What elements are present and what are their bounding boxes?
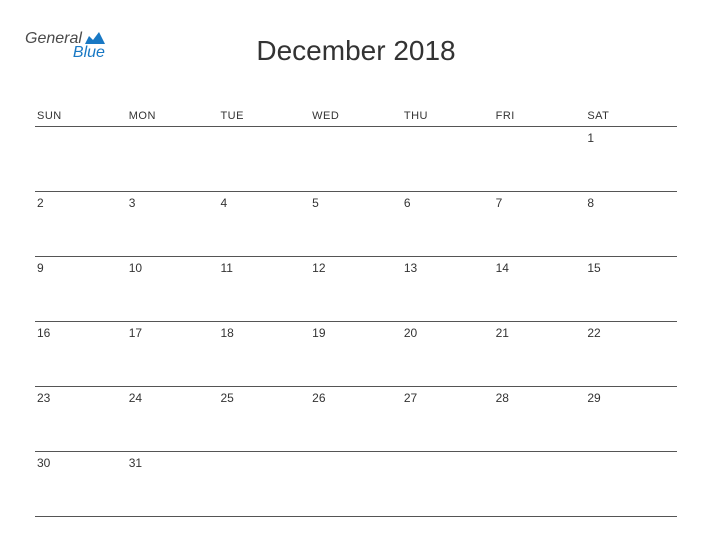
day-cell: 8 — [585, 192, 677, 256]
day-cell: 7 — [494, 192, 586, 256]
day-cell: 3 — [127, 192, 219, 256]
day-cell — [218, 127, 310, 191]
day-header-thu: THU — [402, 110, 494, 122]
day-cell: 13 — [402, 257, 494, 321]
day-cell — [127, 127, 219, 191]
day-cell: 11 — [218, 257, 310, 321]
day-cell: 29 — [585, 387, 677, 451]
day-cell: 10 — [127, 257, 219, 321]
day-header-wed: WED — [310, 110, 402, 122]
day-cell: 26 — [310, 387, 402, 451]
day-header-fri: FRI — [494, 110, 586, 122]
day-cell: 30 — [35, 452, 127, 516]
week-row: 30 31 — [35, 452, 677, 517]
day-cell: 24 — [127, 387, 219, 451]
day-cell: 12 — [310, 257, 402, 321]
day-cell: 15 — [585, 257, 677, 321]
week-row: 1 — [35, 127, 677, 192]
day-cell: 27 — [402, 387, 494, 451]
day-cell: 1 — [585, 127, 677, 191]
day-header-tue: TUE — [218, 110, 310, 122]
brand-logo: General Blue — [25, 30, 105, 62]
day-cell: 21 — [494, 322, 586, 386]
day-cell — [494, 452, 586, 516]
day-cell: 16 — [35, 322, 127, 386]
day-cell: 14 — [494, 257, 586, 321]
day-cell: 6 — [402, 192, 494, 256]
day-cell — [494, 127, 586, 191]
day-cell — [35, 127, 127, 191]
day-cell: 23 — [35, 387, 127, 451]
day-cell: 28 — [494, 387, 586, 451]
day-cell — [310, 452, 402, 516]
calendar-grid: SUN MON TUE WED THU FRI SAT 1 2 3 4 5 6 … — [35, 110, 677, 517]
day-cell: 18 — [218, 322, 310, 386]
week-row: 2 3 4 5 6 7 8 — [35, 192, 677, 257]
calendar-header: General Blue December 2018 — [35, 30, 677, 85]
day-header-mon: MON — [127, 110, 219, 122]
day-cell — [310, 127, 402, 191]
day-cell: 20 — [402, 322, 494, 386]
week-row: 9 10 11 12 13 14 15 — [35, 257, 677, 322]
day-cell: 25 — [218, 387, 310, 451]
week-row: 16 17 18 19 20 21 22 — [35, 322, 677, 387]
day-cell: 2 — [35, 192, 127, 256]
day-cell: 5 — [310, 192, 402, 256]
day-cell: 17 — [127, 322, 219, 386]
day-cell — [402, 127, 494, 191]
day-cell — [402, 452, 494, 516]
day-cell: 22 — [585, 322, 677, 386]
day-cell: 9 — [35, 257, 127, 321]
day-header-sun: SUN — [35, 110, 127, 122]
calendar-title: December 2018 — [35, 30, 677, 67]
logo-text-blue: Blue — [73, 44, 105, 62]
day-cell: 4 — [218, 192, 310, 256]
day-headers-row: SUN MON TUE WED THU FRI SAT — [35, 110, 677, 127]
day-header-sat: SAT — [585, 110, 677, 122]
day-cell — [218, 452, 310, 516]
day-cell: 19 — [310, 322, 402, 386]
week-row: 23 24 25 26 27 28 29 — [35, 387, 677, 452]
day-cell: 31 — [127, 452, 219, 516]
day-cell — [585, 452, 677, 516]
